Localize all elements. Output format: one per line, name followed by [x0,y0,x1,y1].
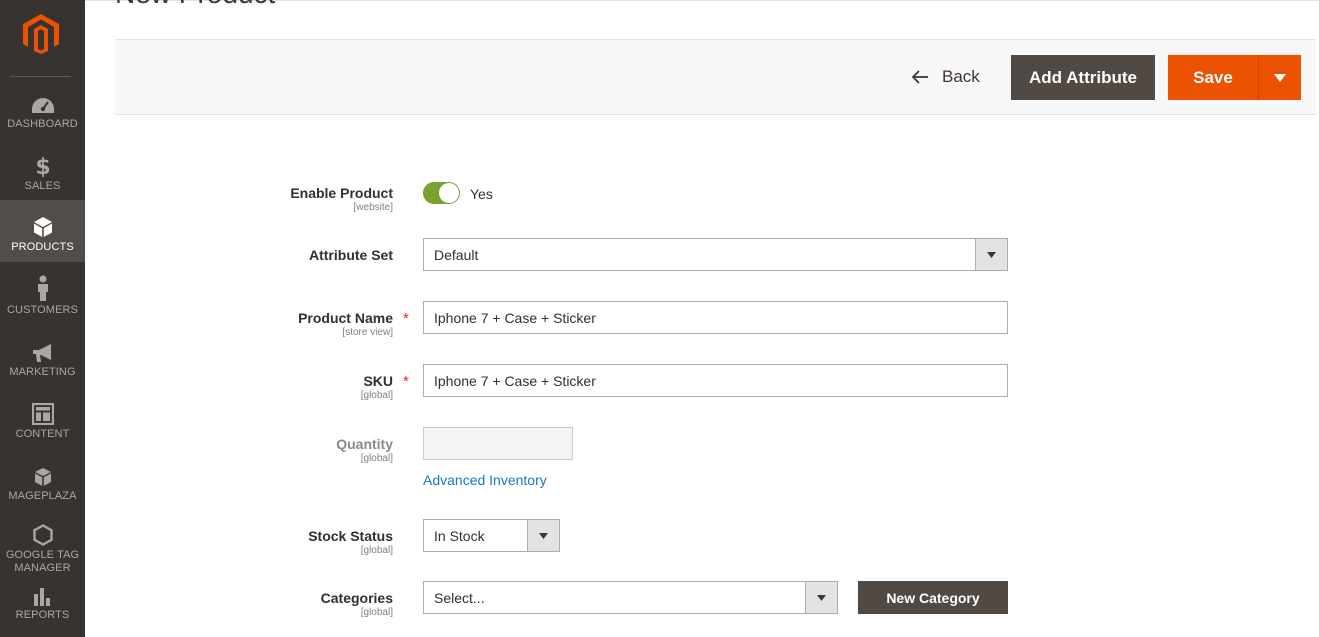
quantity-label: Quantity [336,436,393,452]
dollar-icon: $ [35,155,50,177]
speedometer-icon [31,98,54,113]
arrow-left-icon [912,70,928,84]
categories-select[interactable]: Select... [423,581,838,614]
sku-input[interactable] [423,364,1008,397]
attribute-set-label: Attribute Set [309,247,393,263]
toggle-knob [439,183,459,203]
sku-scope: [global] [360,390,393,401]
sidebar-item-label: SALES [24,180,61,192]
categories-scope: [global] [360,607,393,618]
enable-product-value: Yes [470,186,493,202]
sidebar-item-label: MAGEPLAZA [8,490,77,502]
magento-logo-icon[interactable] [23,14,59,54]
product-name-scope: [store view] [342,327,393,338]
sidebar-item-reports[interactable]: REPORTS [0,583,85,630]
save-button[interactable]: Save [1168,55,1259,100]
enable-product-toggle[interactable] [423,182,460,204]
sidebar-item-customers[interactable]: CUSTOMERS [0,263,85,325]
save-options-toggle[interactable] [1259,55,1301,100]
layout-icon [31,403,54,425]
attribute-set-select[interactable]: Default [423,238,1008,271]
sidebar-item-label: REPORTS [15,609,70,621]
page-title: New Product [115,0,275,10]
svg-text:$: $ [35,155,50,177]
sidebar-item-label: CUSTOMERS [7,304,78,316]
categories-placeholder: Select... [434,590,485,606]
sidebar-item-label: CONTENT [15,428,70,440]
cube-icon [33,217,52,237]
caret-down-icon [805,582,837,613]
sidebar-item-label: DASHBOARD [7,118,78,130]
caret-down-icon [527,520,559,551]
enable-product-label: Enable Product [290,185,393,201]
hexagon-icon [32,524,53,546]
sidebar-item-products[interactable]: PRODUCTS [0,200,85,262]
bar-chart-icon [33,588,50,606]
sidebar-item-google-tag-manager[interactable]: GOOGLE TAG MANAGER [0,511,85,583]
quantity-scope: [global] [360,453,393,464]
caret-down-icon [1274,73,1286,82]
product-name-label: Product Name [298,310,393,326]
back-button-label: Back [942,67,980,86]
advanced-inventory-link[interactable]: Advanced Inventory [423,472,547,488]
stock-status-value: In Stock [434,528,485,544]
add-attribute-button[interactable]: Add Attribute [1011,55,1155,100]
product-name-input[interactable] [423,301,1008,334]
sidebar-item-mageplaza[interactable]: MAGEPLAZA [0,449,85,511]
sidebar-item-label: PRODUCTS [11,241,74,253]
stock-status-select[interactable]: In Stock [423,519,560,552]
enable-product-scope: [website] [353,202,393,213]
quantity-input[interactable] [423,427,573,460]
person-icon [37,275,48,301]
new-category-button[interactable]: New Category [858,581,1008,614]
categories-label: Categories [320,590,393,606]
caret-down-icon [975,239,1007,270]
required-indicator: * [403,373,409,390]
sidebar-item-label: GOOGLE TAG MANAGER [5,549,80,574]
back-button[interactable]: Back [912,65,980,89]
box-icon [34,468,51,486]
sidebar-item-marketing[interactable]: MARKETING [0,325,85,387]
required-indicator: * [403,310,409,327]
stock-status-scope: [global] [360,545,393,556]
attribute-set-value: Default [434,247,479,263]
stock-status-label: Stock Status [308,528,393,544]
sidebar-item-sales[interactable]: $ SALES [0,139,85,201]
admin-sidebar: DASHBOARD $ SALES PRODUCTS CUSTOMERS MAR… [0,0,85,637]
sidebar-item-dashboard[interactable]: DASHBOARD [0,77,85,139]
sidebar-item-content[interactable]: CONTENT [0,387,85,449]
sku-label: SKU [363,373,393,389]
sidebar-item-label: MARKETING [9,366,76,378]
megaphone-icon [32,344,51,362]
